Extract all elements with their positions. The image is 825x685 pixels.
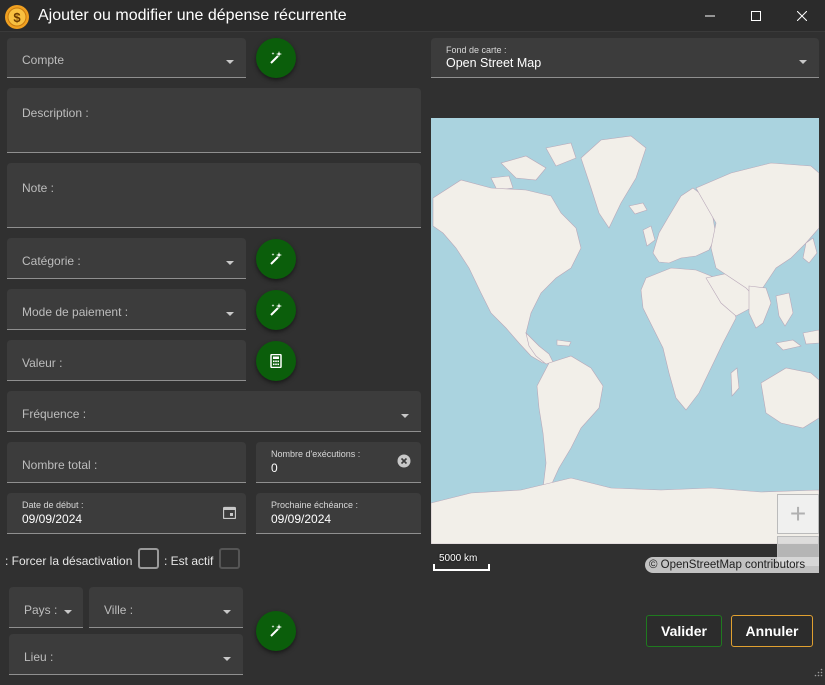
categorie-edit-button[interactable]	[256, 239, 296, 279]
mode-paiement-label: Mode de paiement :	[22, 305, 129, 319]
scale-line	[433, 564, 490, 571]
nombre-executions-value: 0	[271, 461, 278, 475]
calculator-button[interactable]	[256, 341, 296, 381]
calendar-icon[interactable]	[222, 506, 237, 524]
frequence-label: Fréquence :	[22, 407, 87, 421]
minimize-icon	[705, 15, 715, 17]
note-field[interactable]: Note :	[7, 163, 421, 228]
close-icon	[797, 11, 807, 21]
chevron-down-icon	[799, 60, 807, 64]
zoom-in-button[interactable]: +	[777, 494, 819, 534]
magic-wand-icon	[270, 303, 282, 316]
maximize-icon	[751, 11, 761, 21]
svg-text:$: $	[13, 10, 21, 25]
nombre-executions-field[interactable]: Nombre d'exécutions : 0	[256, 442, 421, 483]
magic-wand-icon	[270, 51, 282, 64]
chevron-down-icon	[226, 60, 234, 64]
prochaine-echeance-field[interactable]: Prochaine échéance : 09/09/2024	[256, 493, 421, 534]
chevron-down-icon	[401, 414, 409, 418]
chevron-down-icon	[226, 312, 234, 316]
chevron-down-icon	[64, 610, 72, 614]
pays-combobox[interactable]: Pays :	[9, 587, 83, 628]
lieu-label: Lieu :	[24, 650, 54, 664]
prochaine-echeance-label: Prochaine échéance :	[271, 500, 359, 510]
valider-button[interactable]: Valider	[646, 615, 722, 647]
note-label: Note :	[22, 181, 55, 195]
forcer-desactivation-checkbox[interactable]	[138, 548, 159, 569]
compte-edit-button[interactable]	[256, 38, 296, 78]
lieu-combobox[interactable]: Lieu :	[9, 634, 243, 675]
mode-paiement-combobox[interactable]: Mode de paiement :	[7, 289, 246, 330]
chevron-down-icon	[223, 657, 231, 661]
valeur-label: Valeur :	[22, 356, 63, 370]
valeur-field[interactable]: Valeur :	[7, 340, 246, 381]
calculator-icon	[270, 354, 282, 368]
magic-wand-icon	[270, 252, 282, 265]
est-actif-label: : Est actif	[164, 554, 214, 568]
nombre-total-field[interactable]: Nombre total :	[7, 442, 246, 483]
annuler-button[interactable]: Annuler	[731, 615, 813, 647]
basemap-label: Fond de carte :	[446, 45, 507, 55]
window-title: Ajouter ou modifier une dépense récurren…	[38, 7, 347, 24]
ville-combobox[interactable]: Ville :	[89, 587, 243, 628]
scale-label: 5000 km	[439, 553, 478, 564]
basemap-value: Open Street Map	[446, 56, 542, 70]
date-debut-label: Date de début :	[22, 500, 84, 510]
frequence-combobox[interactable]: Fréquence :	[7, 391, 421, 432]
title-bar: $ Ajouter ou modifier une dépense récurr…	[0, 0, 825, 32]
description-label: Description :	[22, 106, 89, 120]
description-field[interactable]: Description :	[7, 88, 421, 153]
est-actif-checkbox[interactable]	[219, 548, 240, 569]
prochaine-echeance-value: 09/09/2024	[271, 512, 332, 526]
location-edit-button[interactable]	[256, 611, 296, 651]
map-attribution: © OpenStreetMap contributors	[645, 557, 819, 573]
nombre-executions-label: Nombre d'exécutions :	[271, 449, 361, 459]
magic-wand-icon	[270, 624, 282, 637]
close-button[interactable]	[779, 0, 825, 32]
ville-label: Ville :	[104, 603, 134, 617]
mode-paiement-edit-button[interactable]	[256, 290, 296, 330]
world-map[interactable]	[431, 118, 819, 544]
map-scale-bar: 5000 km	[433, 552, 491, 572]
categorie-label: Catégorie :	[22, 254, 81, 268]
date-debut-picker[interactable]: Date de début : 09/09/2024	[7, 493, 246, 534]
categorie-combobox[interactable]: Catégorie :	[7, 238, 246, 279]
pays-label: Pays :	[24, 603, 58, 617]
resize-grip-icon[interactable]	[813, 665, 823, 683]
date-debut-value: 09/09/2024	[22, 512, 83, 526]
compte-combobox[interactable]: Compte	[7, 38, 246, 78]
chevron-down-icon	[226, 261, 234, 265]
maximize-button[interactable]	[733, 0, 779, 32]
forcer-desactivation-label: : Forcer la désactivation	[5, 554, 133, 568]
dollar-coin-icon: $	[4, 4, 30, 30]
nombre-total-label: Nombre total :	[22, 458, 98, 472]
clear-icon[interactable]	[397, 454, 411, 473]
chevron-down-icon	[223, 610, 231, 614]
basemap-combobox[interactable]: Fond de carte : Open Street Map	[431, 38, 819, 78]
minimize-button[interactable]	[687, 0, 733, 32]
compte-label: Compte	[22, 53, 65, 67]
